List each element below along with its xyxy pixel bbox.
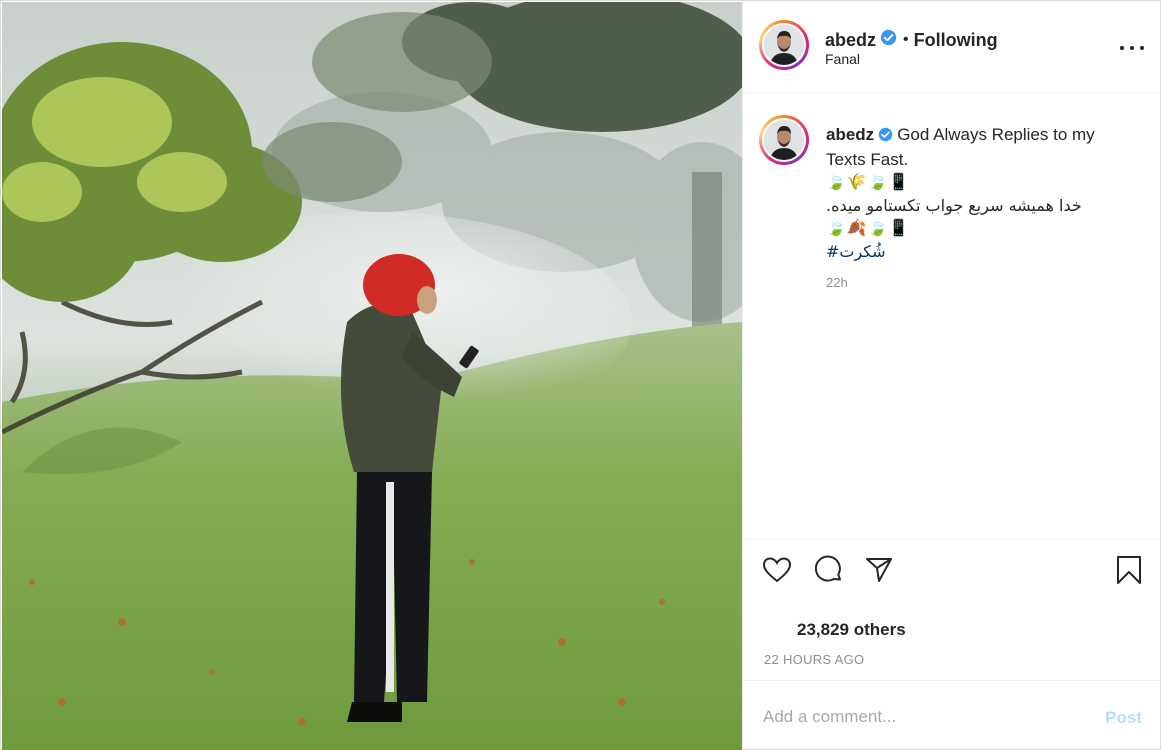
caption-timestamp[interactable]: 22h bbox=[826, 275, 848, 290]
likes-count[interactable]: 23,829 others bbox=[797, 620, 906, 640]
post-details-panel: abedz • Following Fanal abedz God Always… bbox=[742, 2, 1161, 750]
post-caption: abedz God Always Replies to my Texts Fast… bbox=[826, 123, 1136, 263]
post-header: abedz • Following Fanal bbox=[743, 2, 1161, 93]
location-link[interactable]: Fanal bbox=[825, 51, 860, 67]
more-options-icon[interactable] bbox=[1120, 38, 1144, 58]
caption-avatar[interactable] bbox=[759, 115, 809, 165]
comment-icon[interactable] bbox=[813, 554, 845, 586]
add-comment-bar: Post bbox=[743, 680, 1161, 750]
comment-input[interactable] bbox=[763, 703, 1083, 731]
profile-picture bbox=[764, 25, 804, 65]
caption-emoji-row-2: 🍃🍂🍃📱 bbox=[826, 220, 910, 237]
post-photo[interactable] bbox=[2, 2, 742, 750]
avatar[interactable] bbox=[759, 20, 809, 70]
hashtag-link[interactable]: #شُکرت bbox=[826, 240, 1136, 263]
verified-badge-icon bbox=[880, 29, 897, 51]
verified-badge-icon bbox=[878, 125, 893, 148]
caption-username-link[interactable]: abedz bbox=[826, 125, 874, 144]
profile-picture bbox=[764, 120, 804, 160]
caption-text-persian: خدا همیشه سریع جواب تکستامو میده. bbox=[826, 196, 1082, 215]
share-icon[interactable] bbox=[863, 554, 895, 586]
following-button[interactable]: Following bbox=[914, 30, 998, 51]
separator-dot: • bbox=[903, 31, 909, 48]
post-modal: abedz • Following Fanal abedz God Always… bbox=[0, 0, 1161, 750]
bookmark-icon[interactable] bbox=[1113, 554, 1145, 586]
action-bar bbox=[743, 539, 1161, 599]
username-link[interactable]: abedz bbox=[825, 30, 876, 51]
heart-icon[interactable] bbox=[761, 554, 793, 586]
post-comment-button[interactable]: Post bbox=[1105, 708, 1142, 728]
misty-forest-scene bbox=[2, 2, 742, 750]
caption-emoji-row-1: 🍃🌾🍃📱 bbox=[826, 174, 910, 191]
comments-section: abedz God Always Replies to my Texts Fast… bbox=[743, 93, 1161, 539]
post-timestamp[interactable]: 22 HOURS AGO bbox=[764, 652, 864, 667]
